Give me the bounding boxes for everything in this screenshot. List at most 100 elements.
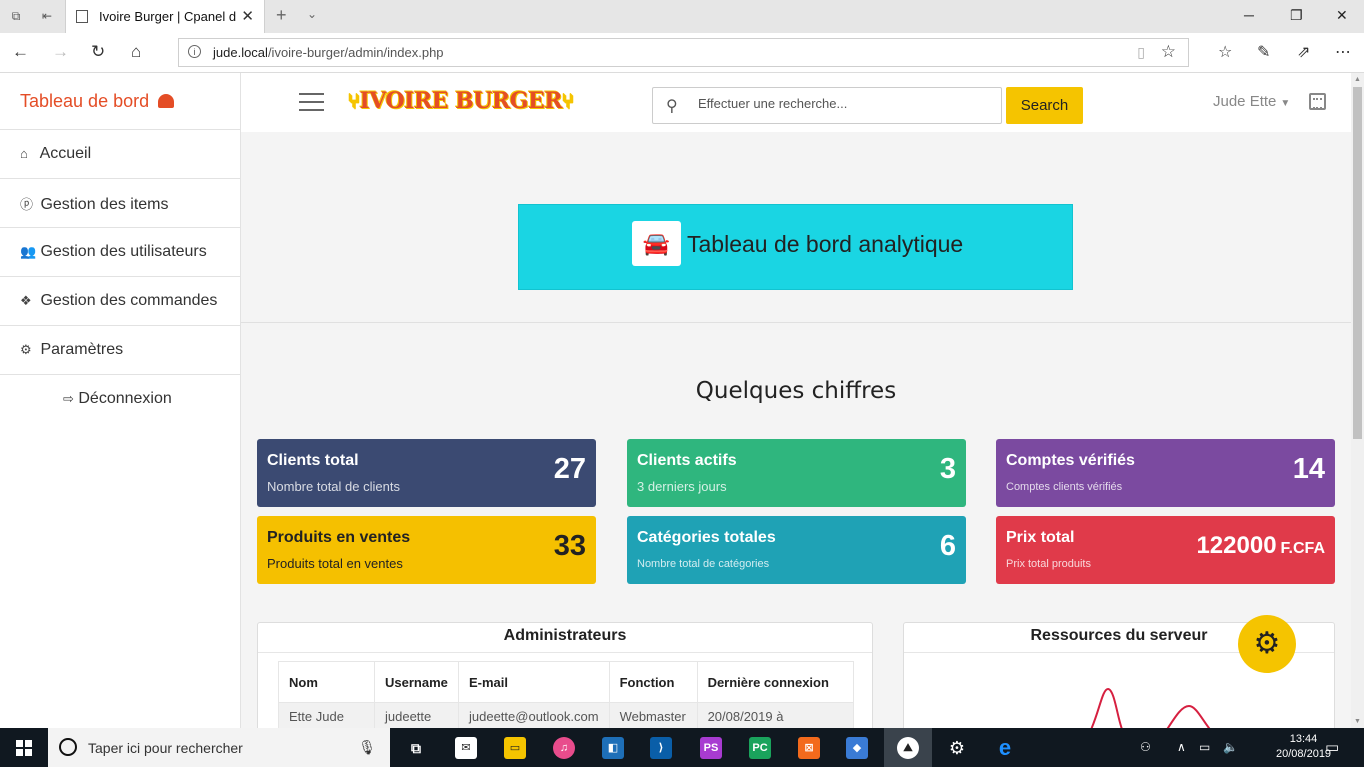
- hero-section: 🚘 Tableau de bord analytique: [241, 132, 1351, 323]
- logout-label: Déconnexion: [78, 390, 172, 407]
- url-text: jude.local/ivoire-burger/admin/index.php: [213, 45, 444, 60]
- sidebar-item-orders[interactable]: ❖ Gestion des commandes: [0, 277, 240, 326]
- volume-icon[interactable]: 🔈: [1223, 740, 1238, 754]
- browser-tab[interactable]: Ivoire Burger | Cpanel d ✕: [65, 0, 265, 33]
- logout-link[interactable]: ⇨ Déconnexion: [0, 375, 240, 408]
- page-scrollbar[interactable]: ▲ ▼: [1351, 73, 1364, 728]
- dropbox-icon: ❖: [20, 293, 32, 308]
- phpstorm-icon[interactable]: PS: [700, 737, 722, 759]
- sidebar-item-label: Gestion des utilisateurs: [40, 243, 207, 260]
- close-tab-icon[interactable]: ✕: [241, 7, 254, 25]
- tab-title: Ivoire Burger | Cpanel d: [99, 9, 237, 24]
- sidebar-brand[interactable]: Tableau de bord: [0, 73, 240, 130]
- sidebar-item-settings[interactable]: ⚙ Paramètres: [0, 326, 240, 375]
- column-header[interactable]: Username: [374, 661, 459, 703]
- new-tab-icon[interactable]: +: [276, 5, 287, 26]
- more-icon[interactable]: ⋯: [1335, 42, 1351, 62]
- reading-view-icon[interactable]: ▯: [1137, 44, 1145, 61]
- column-header[interactable]: E-mail: [458, 661, 610, 703]
- search-box: ⚲: [652, 87, 1002, 124]
- app-icon[interactable]: ◧: [602, 737, 624, 759]
- forward-icon[interactable]: →: [52, 42, 69, 62]
- network-icon[interactable]: ▭: [1199, 740, 1210, 754]
- column-header[interactable]: Nom: [278, 661, 375, 703]
- table-cell: Webmaster: [608, 702, 698, 728]
- logo[interactable]: ⑂IVOIRE BURGER⑂: [348, 88, 574, 114]
- column-header[interactable]: Fonction: [608, 661, 698, 703]
- clock[interactable]: 13:44 20/08/2019: [1276, 732, 1331, 762]
- url-field[interactable]: i jude.local/ivoire-burger/admin/index.p…: [178, 38, 1189, 67]
- set-aside-tabs-icon[interactable]: ⇤: [40, 9, 54, 23]
- stat-card-comptes-verifies[interactable]: Comptes vérifiés Comptes clients vérifié…: [996, 439, 1335, 507]
- server-usage-line: [1090, 687, 1211, 728]
- task-view-icon[interactable]: ⧉: [405, 737, 427, 759]
- window-close-icon[interactable]: ✕: [1336, 7, 1348, 24]
- search-button[interactable]: Search: [1006, 87, 1083, 124]
- settings-gear-icon[interactable]: ⚙: [1238, 615, 1296, 673]
- home-icon[interactable]: ⌂: [131, 42, 141, 62]
- stat-card-clients-total[interactable]: Clients total Nombre total de clients 27: [257, 439, 596, 507]
- settings-icon[interactable]: ⚙: [946, 737, 968, 759]
- photos-icon[interactable]: ⛰: [897, 737, 919, 759]
- sidebar-item-items[interactable]: ⓟ Gestion des items: [0, 179, 240, 228]
- admins-title: Administrateurs: [258, 623, 872, 653]
- xampp-icon[interactable]: ⊠: [798, 737, 820, 759]
- fork-icon: ⑂: [348, 89, 360, 113]
- sidebar-item-users[interactable]: 👥 Gestion des utilisateurs: [0, 228, 240, 277]
- stat-sub: Nombre total de catégories: [637, 558, 770, 570]
- hamburger-menu-icon[interactable]: [299, 93, 324, 111]
- stat-value: 14: [1292, 453, 1325, 485]
- vscode-icon[interactable]: ⟩: [650, 737, 672, 759]
- refresh-icon[interactable]: ↻: [91, 42, 105, 62]
- column-header[interactable]: Dernière connexion: [696, 661, 855, 703]
- chevron-down-icon[interactable]: ⌄: [307, 7, 317, 21]
- main-content: 🚘 Tableau de bord analytique Quelques ch…: [241, 132, 1351, 728]
- site-info-icon[interactable]: i: [188, 45, 201, 58]
- hero-banner: 🚘 Tableau de bord analytique: [518, 204, 1073, 290]
- tab-list-icon[interactable]: ⧉: [9, 9, 23, 23]
- stat-card-categories[interactable]: Catégories totales Nombre total de catég…: [627, 516, 966, 584]
- calendar-icon[interactable]: [1309, 93, 1326, 110]
- chevron-up-icon[interactable]: ∧: [1177, 740, 1186, 754]
- stat-value: 33: [553, 530, 586, 562]
- file-explorer-icon[interactable]: ▭: [504, 737, 526, 759]
- mail-icon[interactable]: ✉: [455, 737, 477, 759]
- edge-icon[interactable]: e: [994, 737, 1016, 759]
- cogs-icon: ⚙: [20, 342, 32, 357]
- minimize-icon[interactable]: ─: [1244, 7, 1254, 23]
- search-input[interactable]: [698, 96, 988, 111]
- pen-icon[interactable]: ✎: [1257, 42, 1270, 62]
- itunes-icon[interactable]: ♫: [553, 737, 575, 759]
- favorite-star-icon[interactable]: ☆: [1161, 42, 1176, 62]
- people-icon[interactable]: ⚇: [1140, 740, 1151, 754]
- url-host: jude.local: [213, 45, 268, 60]
- sidebar: Tableau de bord ⌂ Accueil ⓟ Gestion des …: [0, 73, 241, 728]
- pycharm-icon[interactable]: PC: [749, 737, 771, 759]
- table-row[interactable]: Ette Jude judeette judeette@outlook.com …: [278, 702, 855, 728]
- clock-date: 20/08/2019: [1276, 748, 1332, 760]
- table-cell: judeette: [374, 702, 459, 728]
- git-icon[interactable]: ◆: [846, 737, 868, 759]
- user-menu[interactable]: Jude Ette ▼: [1213, 93, 1290, 110]
- sign-out-icon: ⇨: [63, 391, 74, 406]
- back-icon[interactable]: ←: [12, 42, 29, 62]
- scrollbar-thumb[interactable]: [1353, 87, 1362, 439]
- windows-start-icon[interactable]: [16, 740, 32, 756]
- stat-value: 27: [553, 453, 586, 485]
- admins-table: Nom Username E-mail Fonction Dernière co…: [278, 661, 855, 728]
- stat-card-prix-total[interactable]: Prix total Prix total produits 122000 F.C…: [996, 516, 1335, 584]
- sidebar-brand-label: Tableau de bord: [20, 91, 150, 111]
- microphone-icon[interactable]: 🎙: [358, 739, 376, 756]
- stat-card-produits[interactable]: Produits en ventes Produits total en ven…: [257, 516, 596, 584]
- notifications-icon[interactable]: ▭: [1325, 738, 1339, 756]
- restore-icon[interactable]: ❐: [1290, 7, 1303, 24]
- sidebar-item-label: Gestion des items: [40, 196, 169, 213]
- stat-card-clients-actifs[interactable]: Clients actifs 3 derniers jours 3: [627, 439, 966, 507]
- favorites-icon[interactable]: ☆: [1218, 42, 1232, 62]
- stat-label: Comptes vérifiés: [1006, 452, 1135, 469]
- taskbar-search[interactable]: Taper ici pour rechercher 🎙: [48, 728, 390, 767]
- sidebar-item-accueil[interactable]: ⌂ Accueil: [0, 130, 240, 179]
- scroll-down-icon[interactable]: ▼: [1354, 718, 1361, 725]
- scroll-up-icon[interactable]: ▲: [1354, 76, 1361, 83]
- share-icon[interactable]: ⇗: [1297, 42, 1310, 62]
